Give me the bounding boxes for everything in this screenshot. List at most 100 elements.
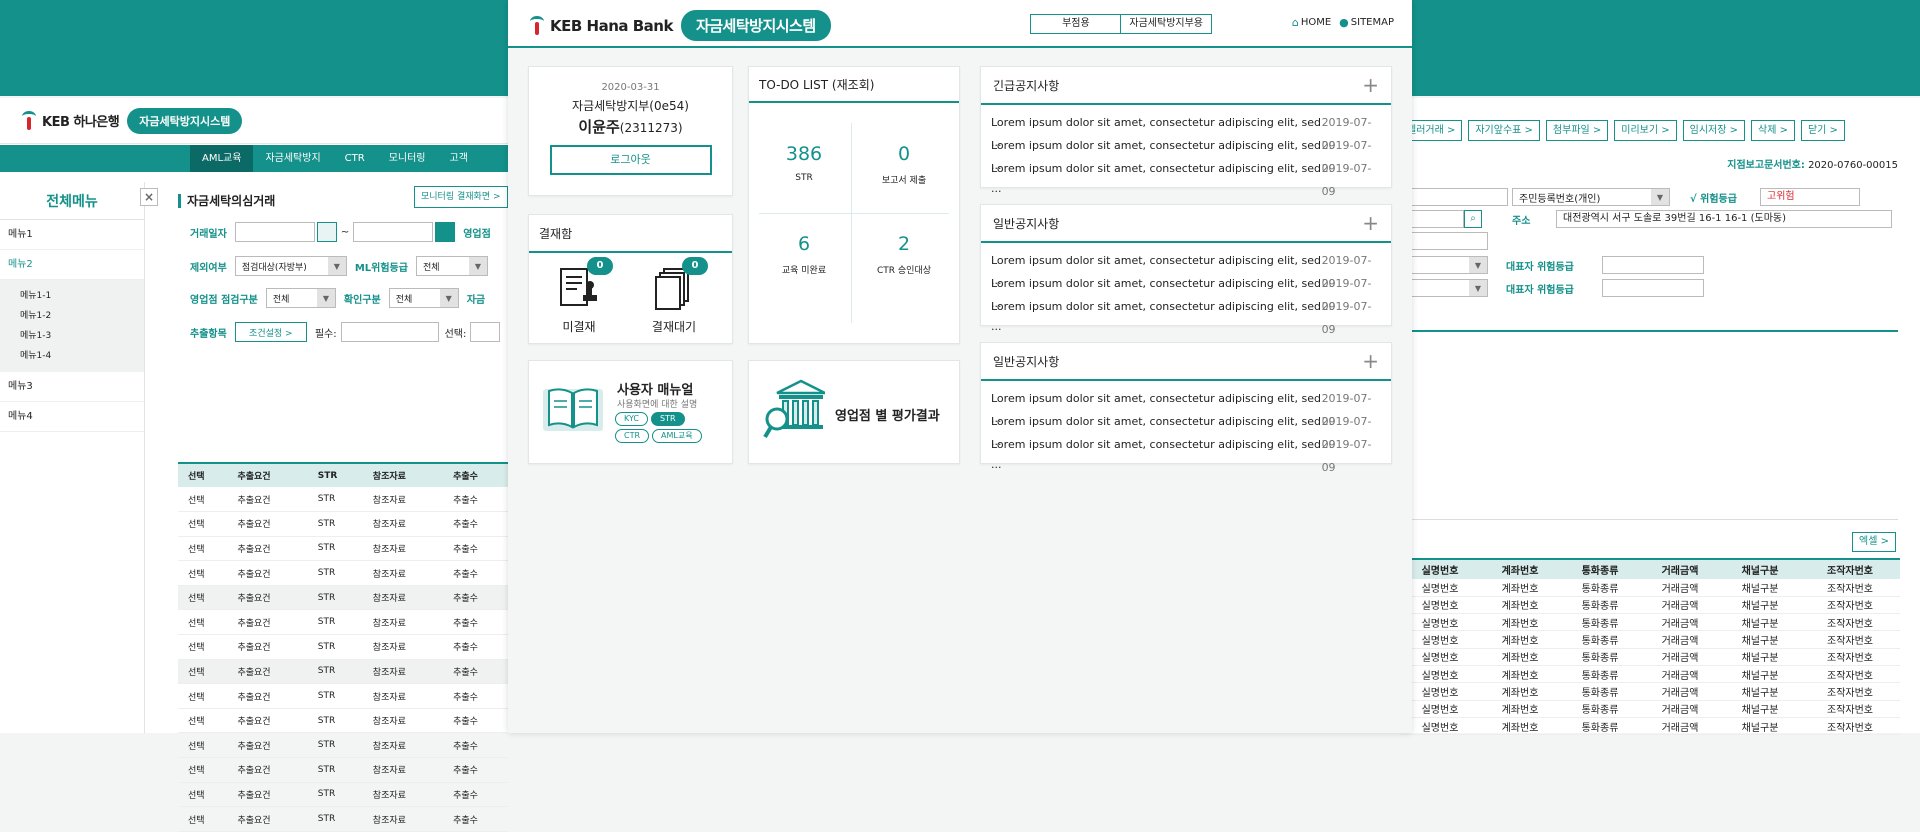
- submenu-item[interactable]: 메뉴1-2: [0, 306, 144, 326]
- name-input[interactable]: [1400, 188, 1508, 206]
- todo-cell-str[interactable]: 386 STR: [759, 143, 849, 183]
- select-2[interactable]: ▼: [1400, 279, 1488, 297]
- eval-card[interactable]: 영업점 별 평가결과: [748, 360, 960, 464]
- confirm-select[interactable]: 전체 ▼: [388, 288, 459, 308]
- table-header[interactable]: 채널구분: [1720, 558, 1800, 579]
- condition-setting-button[interactable]: 조건설정 >: [234, 322, 307, 342]
- table-row[interactable]: 선택 추출요건 STR 참조자료 추출수: [178, 806, 508, 832]
- left-logo[interactable]: KEB 하나은행: [20, 110, 120, 131]
- todo-cell-report[interactable]: 0 보고서 제출: [859, 143, 949, 186]
- todo-title[interactable]: TO-DO LIST (재조회): [749, 67, 959, 103]
- required-input[interactable]: [340, 322, 439, 342]
- calendar-icon[interactable]: [316, 222, 337, 242]
- plus-icon[interactable]: +: [1362, 213, 1379, 233]
- monitor-approval-button[interactable]: 모니터링 결재화면 >: [414, 186, 508, 208]
- table-row[interactable]: 선택 추출요건 STR 참조자료 추출수: [178, 536, 508, 562]
- manual-card[interactable]: 사용자 매뉴얼 사용화면에 대한 설명 KYC STR CTR AML교육: [528, 360, 733, 464]
- notice-item[interactable]: Lorem ipsum dolor sit amet, consectetur …: [981, 410, 1391, 451]
- nav-item[interactable]: CTR: [333, 145, 377, 172]
- table-row[interactable]: 실명번호 계좌번호 통화종류 거래금액 채널구분 조작자번호: [1400, 700, 1900, 718]
- submenu-item[interactable]: 메뉴1-1: [0, 286, 144, 306]
- submenu-item[interactable]: 메뉴1-4: [0, 346, 144, 366]
- rep-risk-input[interactable]: [1602, 256, 1704, 274]
- notice-item[interactable]: Lorem ipsum dolor sit amet, consectetur …: [981, 134, 1391, 175]
- search-icon[interactable]: ⌕: [1464, 210, 1482, 228]
- sidebar-item-menu4[interactable]: 메뉴4: [0, 402, 144, 432]
- table-row[interactable]: 실명번호 계좌번호 통화종류 거래금액 채널구분 조작자번호: [1400, 596, 1900, 615]
- submenu-item[interactable]: 메뉴1-3: [0, 326, 144, 346]
- table-header[interactable]: 통화종류: [1560, 558, 1640, 579]
- table-row[interactable]: 선택 추출요건 STR 참조자료 추출수: [178, 560, 508, 586]
- branch-check-select[interactable]: 전체 ▼: [265, 288, 336, 308]
- optional-input[interactable]: [470, 322, 501, 342]
- table-header[interactable]: 참조자료: [362, 462, 444, 487]
- table-row[interactable]: 선택 추출요건 STR 참조자료 추출수: [178, 782, 508, 808]
- todo-cell-ctr[interactable]: 2 CTR 승인대상: [859, 233, 949, 276]
- tag-aml-edu[interactable]: AML교육: [652, 429, 702, 443]
- toolbar-button[interactable]: 미리보기 >: [1614, 120, 1677, 141]
- date-from-input[interactable]: [234, 222, 315, 242]
- home-link[interactable]: HOME: [1301, 17, 1331, 28]
- nav-item[interactable]: AML교육: [190, 145, 254, 172]
- rep-risk-input[interactable]: [1602, 279, 1704, 297]
- table-row[interactable]: 선택 추출요건 STR 참조자료 추출수: [178, 732, 508, 759]
- approval-waiting[interactable]: 0 결재대기: [644, 257, 708, 335]
- table-row[interactable]: 실명번호 계좌번호 통화종류 거래금액 채널구분 조작자번호: [1400, 682, 1900, 701]
- table-row[interactable]: 실명번호 계좌번호 통화종류 거래금액 채널구분 조작자번호: [1400, 630, 1900, 649]
- table-row[interactable]: 선택 추출요건 STR 참조자료 추출수: [178, 683, 508, 709]
- table-header[interactable]: 조작자번호: [1800, 558, 1900, 579]
- notice-item[interactable]: Lorem ipsum dolor sit amet, consectetur …: [981, 295, 1391, 336]
- center-logo[interactable]: KEB Hana Bank 자금세탁방지시스템: [528, 10, 831, 41]
- sitemap-link[interactable]: SITEMAP: [1351, 17, 1394, 28]
- table-row[interactable]: 실명번호 계좌번호 통화종류 거래금액 채널구분 조작자번호: [1400, 665, 1900, 684]
- table-header[interactable]: 계좌번호: [1480, 558, 1560, 579]
- exclude-select[interactable]: 점검대상(자방부) ▼: [234, 256, 347, 276]
- calendar-icon[interactable]: [435, 222, 456, 242]
- toolbar-button[interactable]: 첨부파일 >: [1545, 120, 1609, 141]
- table-header[interactable]: 실명번호: [1400, 558, 1480, 579]
- toolbar-button[interactable]: 닫기 >: [1800, 120, 1845, 141]
- table-row[interactable]: 실명번호 계좌번호 통화종류 거래금액 채널구분 조작자번호: [1400, 717, 1900, 736]
- table-row[interactable]: 실명번호 계좌번호 통화종류 거래금액 채널구분 조작자번호: [1400, 579, 1900, 597]
- toolbar-button[interactable]: 임시저장 >: [1682, 120, 1745, 141]
- date-to-input[interactable]: [353, 222, 434, 242]
- notice-item[interactable]: Lorem ipsum dolor sit amet, consectetur …: [981, 433, 1391, 474]
- table-row[interactable]: 선택 추출요건 STR 참조자료 추출수: [178, 708, 508, 734]
- table-row[interactable]: 선택 추출요건 STR 참조자료 추출수: [178, 634, 508, 660]
- logout-button[interactable]: 로그아웃: [549, 145, 712, 175]
- blank-input[interactable]: [1400, 232, 1488, 250]
- table-header[interactable]: 선택: [178, 462, 228, 487]
- table-row[interactable]: 선택 추출요건 STR 참조자료 추출수: [178, 659, 508, 685]
- select-1[interactable]: ▼: [1400, 256, 1488, 274]
- tag-ctr[interactable]: CTR: [615, 429, 650, 443]
- notice-item[interactable]: Lorem ipsum dolor sit amet, consectetur …: [981, 387, 1391, 428]
- sidebar-item-menu2[interactable]: 메뉴2: [0, 250, 144, 280]
- notice-item[interactable]: Lorem ipsum dolor sit amet, consectetur …: [981, 249, 1391, 290]
- table-row[interactable]: 선택 추출요건 STR 참조자료 추출수: [178, 609, 508, 636]
- close-icon[interactable]: ×: [140, 188, 158, 206]
- table-header[interactable]: 거래금액: [1640, 558, 1720, 579]
- detail-text-area[interactable]: [1400, 330, 1898, 520]
- nav-item[interactable]: 모니터링: [377, 145, 438, 172]
- table-row[interactable]: 선택 추출요건 STR 참조자료 추출수: [178, 487, 508, 513]
- table-header[interactable]: 추출요건: [227, 462, 308, 487]
- plus-icon[interactable]: +: [1362, 75, 1379, 95]
- nav-item[interactable]: 자금세탁방지: [253, 145, 332, 172]
- id-type-select[interactable]: 주민등록번호(개인) ▼: [1512, 188, 1670, 206]
- tag-str[interactable]: STR: [651, 412, 685, 426]
- ml-grade-select[interactable]: 전체 ▼: [415, 256, 488, 276]
- nav-item[interactable]: 고객: [438, 145, 480, 172]
- table-row[interactable]: 선택 추출요건 STR 참조자료 추출수: [178, 585, 508, 611]
- toolbar-button[interactable]: 자기앞수표 >: [1468, 120, 1540, 141]
- notice-item[interactable]: Lorem ipsum dolor sit amet, consectetur …: [981, 111, 1391, 152]
- todo-cell-edu[interactable]: 6 교육 미완료: [759, 233, 849, 276]
- table-row[interactable]: 실명번호 계좌번호 통화종류 거래금액 채널구분 조작자번호: [1400, 613, 1900, 632]
- tag-kyc[interactable]: KYC: [615, 412, 648, 426]
- table-row[interactable]: 선택 추출요건 STR 참조자료 추출수: [178, 757, 508, 783]
- util-link-branch[interactable]: 부점용: [1031, 15, 1120, 33]
- table-header[interactable]: 추출수: [443, 462, 508, 487]
- sidebar-item-menu3[interactable]: 메뉴3: [0, 372, 144, 402]
- plus-icon[interactable]: +: [1362, 351, 1379, 371]
- approval-pending[interactable]: 0 미결재: [549, 257, 613, 335]
- notice-item[interactable]: Lorem ipsum dolor sit amet, consectetur …: [981, 272, 1391, 313]
